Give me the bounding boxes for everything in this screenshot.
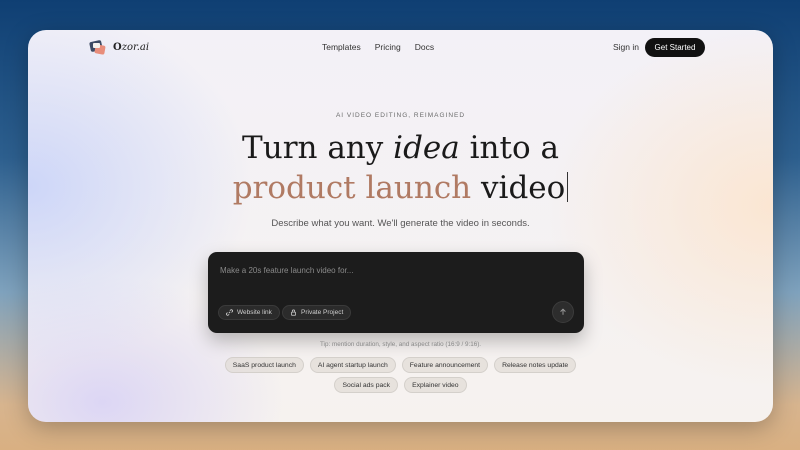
suggestion-row-2: Social ads pack Explainer video [28, 377, 773, 393]
hero-eyebrow: AI VIDEO EDITING, REIMAGINED [335, 112, 466, 119]
brand-name: Ozor.ai [113, 41, 150, 53]
hero-subhead: Describe what you want. We'll generate t… [271, 218, 530, 229]
nav-link-docs[interactable]: Docs [415, 42, 434, 52]
get-started-button[interactable]: Get Started [645, 38, 705, 57]
logo-icon [89, 39, 106, 55]
suggestion-chip[interactable]: AI agent startup launch [309, 357, 396, 373]
headline-accent: product launch [232, 170, 472, 206]
link-icon [226, 309, 233, 316]
website-link-label: Website link [237, 309, 272, 316]
suggestion-chip[interactable]: Explainer video [404, 377, 467, 393]
app-window: Ozor.ai Templates Pricing Docs Sign in G… [28, 30, 773, 422]
nav-link-templates[interactable]: Templates [322, 42, 361, 52]
website-link-button[interactable]: Website link [218, 305, 280, 320]
private-project-label: Private Project [301, 309, 344, 316]
suggestion-chip[interactable]: Release notes update [494, 357, 577, 373]
send-button[interactable] [552, 301, 574, 323]
suggestion-chip[interactable]: SaaS product launch [224, 357, 304, 373]
hero-headline-line2: product launch video [28, 170, 773, 206]
lock-icon [291, 309, 296, 316]
arrow-up-icon [560, 308, 566, 315]
private-project-button[interactable]: Private Project [282, 305, 352, 320]
prompt-box: Website link Private Project [208, 252, 584, 333]
sign-in-link[interactable]: Sign in [613, 42, 639, 52]
suggestion-chip[interactable]: Social ads pack [334, 377, 399, 393]
text-caret [567, 172, 569, 202]
suggestion-row-1: SaaS product launch AI agent startup lau… [28, 357, 773, 373]
nav-link-pricing[interactable]: Pricing [375, 42, 401, 52]
suggestion-chip[interactable]: Feature announcement [401, 357, 489, 373]
prompt-tip: Tip: mention duration, style, and aspect… [319, 341, 482, 348]
top-nav: Ozor.ai Templates Pricing Docs Sign in G… [28, 30, 773, 64]
hero-headline-line1: Turn any idea into a [242, 130, 559, 166]
prompt-input[interactable] [220, 262, 570, 278]
nav-links: Templates Pricing Docs [322, 42, 434, 52]
brand-logo[interactable]: Ozor.ai [89, 39, 150, 55]
